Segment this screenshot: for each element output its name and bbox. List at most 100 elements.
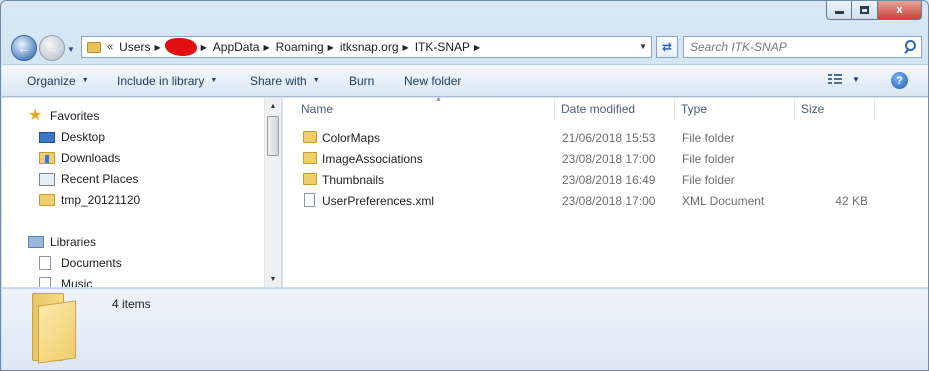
help-button[interactable]: ? [891,72,908,89]
navigation-scrollbar[interactable]: ▲ ▼ [264,98,281,287]
forward-button[interactable]: → [39,35,65,61]
address-history-dropdown[interactable]: ▼ [639,42,647,51]
sidebar-item-label: Libraries [50,235,97,249]
arrow-left-icon: ← [17,40,31,56]
folder-icon [32,293,78,364]
breadcrumb-appdata[interactable]: AppData [213,40,260,54]
back-button[interactable]: ← [11,35,37,61]
burn-button[interactable]: Burn [349,74,374,88]
close-icon: x [896,4,903,16]
breadcrumb-itk-snap[interactable]: ITK-SNAP [415,40,470,54]
breadcrumb-itksnap-org[interactable]: itksnap.org [340,40,399,54]
sidebar-item-label: tmp_20121120 [61,193,141,207]
file-type: File folder [682,131,735,145]
star-icon: ★ [28,107,43,124]
sidebar-item-favorites[interactable]: ★ Favorites [28,107,100,124]
table-row[interactable]: UserPreferences.xml 23/08/2018 17:00 XML… [283,191,928,212]
organize-label: Organize [27,73,76,88]
command-bar: Organize ▼ Include in library ▼ Share wi… [2,64,928,97]
include-in-library-label: Include in library [117,73,205,88]
scroll-thumb[interactable] [267,116,279,156]
sidebar-item-desktop[interactable]: Desktop [39,130,105,144]
search-icon[interactable] [900,38,918,56]
sidebar-item-recent-places[interactable]: Recent Places [39,172,138,186]
help-icon: ? [896,74,903,87]
search-input[interactable] [684,40,900,54]
libraries-icon [28,236,44,248]
file-date-modified: 23/08/2018 17:00 [562,152,656,166]
sidebar-item-downloads[interactable]: Downloads [39,151,120,165]
file-date-modified: 23/08/2018 16:49 [562,173,656,187]
chevron-right-icon[interactable]: ▶ [403,43,409,52]
chevron-right-icon[interactable]: ▶ [474,43,480,52]
folder-icon [87,41,101,53]
music-icon [39,277,51,287]
minimize-icon [834,11,844,14]
chevron-right-icon[interactable]: ▶ [263,43,269,52]
breadcrumb-users[interactable]: Users [119,40,150,54]
file-type: File folder [682,173,735,187]
arrow-right-icon: → [45,40,59,56]
scroll-down-button[interactable]: ▼ [265,271,281,287]
sidebar-item-label: Music [61,277,93,287]
folder-icon [303,152,317,164]
column-header-size[interactable]: Size [795,98,875,120]
file-size: 42 KB [835,194,868,208]
file-name: UserPreferences.xml [322,194,435,208]
column-header-date-modified[interactable]: Date modified [555,98,675,120]
navigation-row: ← → ▼ « Users ▶ ▶ AppData ▶ Roaming ▶ it… [9,33,922,61]
close-button[interactable]: x [878,1,922,20]
breadcrumb-roaming[interactable]: Roaming [276,40,324,54]
file-name: Thumbnails [322,173,385,187]
chevron-right-icon[interactable]: ▶ [154,43,160,52]
caption-buttons: x [826,1,922,20]
navigation-pane: ★ Favorites Desktop Downloads Recent Pla… [2,98,282,287]
chevron-right-icon[interactable]: ▶ [201,43,207,52]
change-view-button[interactable]: ▼ [828,74,860,85]
file-name: ColorMaps [322,131,381,145]
column-header-label: Size [801,102,825,116]
sidebar-item-label: Desktop [61,130,106,144]
maximize-button[interactable] [852,1,878,20]
sidebar-item-tmp-20121120[interactable]: tmp_20121120 [39,193,140,207]
share-with-button[interactable]: Share with ▼ [250,74,320,88]
recent-places-icon [39,172,55,186]
share-with-label: Share with [250,73,307,88]
chevron-right-icon[interactable]: ▶ [328,43,334,52]
column-header-label: Type [681,102,708,116]
organize-button[interactable]: Organize ▼ [27,74,89,88]
details-view-icon [828,74,842,85]
sidebar-item-label: Favorites [50,109,100,123]
file-name: ImageAssociations [322,152,423,166]
include-in-library-button[interactable]: Include in library ▼ [117,74,217,88]
minimize-button[interactable] [826,1,852,20]
chevron-down-icon: ▼ [81,77,89,84]
search-box[interactable] [683,36,922,58]
address-bar[interactable]: « Users ▶ ▶ AppData ▶ Roaming ▶ itksnap.… [81,36,652,58]
documents-icon [39,256,51,270]
refresh-button[interactable]: ⇄ [656,36,678,58]
downloads-icon [39,152,55,164]
column-header-type[interactable]: Type [675,98,795,120]
breadcrumb-overflow-button[interactable]: « [107,41,113,53]
column-header-name[interactable]: ▲ Name [295,96,555,120]
file-list: ▲ Name Date modified Type Size ColorMaps… [283,96,928,287]
chevron-down-icon[interactable]: ▼ [852,75,860,84]
explorer-window: x ← → ▼ « Users ▶ ▶ AppData ▶ Roaming ▶ … [0,0,929,371]
table-row[interactable]: ColorMaps 21/06/2018 15:53 File folder [283,128,928,149]
burn-label: Burn [349,73,375,88]
folder-icon [303,173,317,185]
table-row[interactable]: Thumbnails 23/08/2018 16:49 File folder [283,170,928,191]
column-header-label: Date modified [561,102,636,116]
new-folder-button[interactable]: New folder [404,74,461,88]
sidebar-item-libraries[interactable]: Libraries [28,235,96,249]
sidebar-item-documents[interactable]: Documents [39,256,122,270]
column-header-label: Name [301,102,334,116]
sort-ascending-icon: ▲ [435,96,442,103]
table-row[interactable]: ImageAssociations 23/08/2018 17:00 File … [283,149,928,170]
sidebar-item-music[interactable]: Music [39,277,92,287]
chevron-down-icon: ▼ [210,77,218,84]
file-date-modified: 23/08/2018 17:00 [562,194,656,208]
scroll-up-button[interactable]: ▲ [265,98,281,114]
recent-pages-dropdown[interactable]: ▼ [67,45,75,54]
